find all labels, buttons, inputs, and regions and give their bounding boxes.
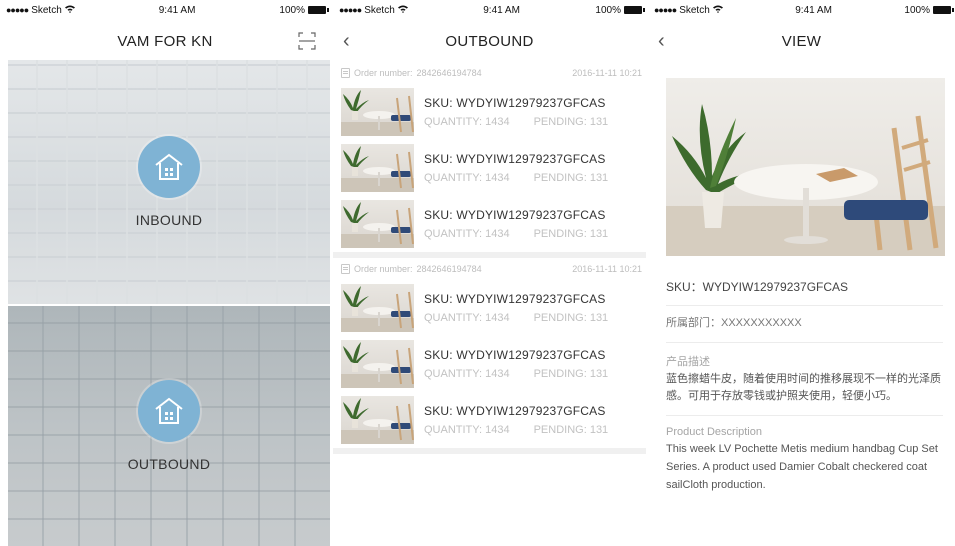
list-item[interactable]: SKU: WYDYIW12979237GFCAS QUANTITY: 1434 … (333, 336, 646, 392)
item-pending: PENDING: 131 (533, 116, 609, 128)
battery-percent: 100% (279, 4, 305, 16)
item-pending: PENDING: 131 (533, 424, 609, 436)
status-time: 9:41 AM (795, 4, 832, 16)
product-thumbnail (341, 396, 414, 444)
product-thumbnail (341, 340, 414, 388)
product-thumbnail (341, 144, 414, 192)
carrier-label: Sketch (31, 4, 62, 16)
en-description-title: Product Description (666, 426, 762, 438)
battery-icon (307, 6, 329, 14)
inbound-label: INBOUND (135, 212, 203, 228)
warehouse-icon (138, 136, 200, 198)
order-datetime: 2016-11-11 10:21 (572, 264, 642, 274)
item-pending: PENDING: 131 (533, 172, 609, 184)
battery-indicator: 100% (595, 4, 645, 16)
item-quantity: QUANTITY: 1434 (424, 368, 510, 380)
back-chevron-icon[interactable]: ‹ (343, 30, 350, 53)
product-thumbnail (341, 200, 414, 248)
outbound-screen: ●●●●● Sketch 9:41 AM 100% ‹ OUTBOUND Ord… (333, 0, 646, 546)
product-department: 所属部门：XXXXXXXXXXX (666, 317, 802, 329)
warehouse-icon (138, 380, 200, 442)
item-sku: SKU: WYDYIW12979237GFCAS (424, 152, 606, 166)
wifi-icon (712, 5, 723, 16)
item-pending: PENDING: 131 (533, 228, 609, 240)
item-pending: PENDING: 131 (533, 312, 609, 324)
product-info: SKU：WYDYIW12979237GFCAS 所属部门：XXXXXXXXXXX… (666, 262, 943, 494)
item-quantity: QUANTITY: 1434 (424, 228, 510, 240)
order-header: Order number: 2842646194784 2016-11-11 1… (333, 62, 646, 84)
product-photo (666, 78, 945, 256)
order-header: Order number: 2842646194784 2016-11-11 1… (333, 258, 646, 280)
item-sku: SKU: WYDYIW12979237GFCAS (424, 208, 606, 222)
status-bar: ●●●●● Sketch 9:41 AM 100% (648, 0, 955, 20)
item-sku: SKU: WYDYIW12979237GFCAS (424, 348, 606, 362)
cn-description-title: 产品描述 (666, 356, 710, 368)
battery-indicator: 100% (279, 4, 329, 16)
battery-indicator: 100% (904, 4, 954, 16)
order-number-label: Order number: (354, 264, 413, 274)
outbound-tile[interactable]: OUTBOUND (8, 306, 330, 546)
order-number: 2842646194784 (416, 68, 482, 78)
document-icon (341, 264, 350, 274)
list-item[interactable]: SKU: WYDYIW12979237GFCAS QUANTITY: 1434 … (333, 196, 646, 252)
order-separator (333, 448, 646, 454)
status-bar: ●●●●● Sketch 9:41 AM 100% (0, 0, 330, 20)
item-sku: SKU: WYDYIW12979237GFCAS (424, 96, 606, 110)
page-title: VIEW (781, 32, 822, 50)
battery-percent: 100% (904, 4, 930, 16)
carrier-label: Sketch (679, 4, 710, 16)
product-sku: SKU：WYDYIW12979237GFCAS (666, 280, 849, 294)
carrier-label: Sketch (364, 4, 395, 16)
outbound-navbar: ‹ OUTBOUND (333, 20, 646, 62)
list-item[interactable]: SKU: WYDYIW12979237GFCAS QUANTITY: 1434 … (333, 280, 646, 336)
product-thumbnail (341, 284, 414, 332)
order-group: Order number: 2842646194784 2016-11-11 1… (333, 62, 646, 252)
home-navbar: VAM FOR KN (0, 20, 330, 62)
list-item[interactable]: SKU: WYDYIW12979237GFCAS QUANTITY: 1434 … (333, 140, 646, 196)
page-title: VAM FOR KN (117, 32, 213, 50)
signal-dots-icon: ●●●●● (654, 5, 677, 15)
inbound-tile[interactable]: INBOUND (8, 60, 330, 304)
view-screen: ●●●●● Sketch 9:41 AM 100% ‹ VIEW SKU：WYD… (648, 0, 955, 546)
view-navbar: ‹ VIEW (648, 20, 955, 62)
item-quantity: QUANTITY: 1434 (424, 172, 510, 184)
order-number-label: Order number: (354, 68, 413, 78)
order-datetime: 2016-11-11 10:21 (572, 68, 642, 78)
cn-description-body: 蓝色擦蜡牛皮，随着使用时间的推移展现不一样的光泽质感。可用于存放零钱或护照夹使用… (666, 373, 941, 402)
en-description-body: This week LV Pochette Metis medium handb… (666, 443, 938, 491)
order-group: Order number: 2842646194784 2016-11-11 1… (333, 258, 646, 448)
battery-percent: 100% (595, 4, 621, 16)
list-item[interactable]: SKU: WYDYIW12979237GFCAS QUANTITY: 1434 … (333, 392, 646, 448)
battery-icon (932, 6, 954, 14)
wifi-icon (397, 5, 408, 16)
page-title: OUTBOUND (445, 32, 534, 50)
item-quantity: QUANTITY: 1434 (424, 424, 510, 436)
signal-dots-icon: ●●●●● (6, 5, 29, 15)
item-quantity: QUANTITY: 1434 (424, 116, 510, 128)
item-quantity: QUANTITY: 1434 (424, 312, 510, 324)
status-time: 9:41 AM (483, 4, 520, 16)
item-sku: SKU: WYDYIW12979237GFCAS (424, 292, 606, 306)
signal-dots-icon: ●●●●● (339, 5, 362, 15)
product-thumbnail (341, 88, 414, 136)
battery-icon (623, 6, 645, 14)
status-time: 9:41 AM (158, 4, 196, 16)
scan-icon[interactable] (298, 32, 316, 50)
order-number: 2842646194784 (416, 264, 482, 274)
status-bar: ●●●●● Sketch 9:41 AM 100% (333, 0, 646, 20)
item-sku: SKU: WYDYIW12979237GFCAS (424, 404, 606, 418)
back-chevron-icon[interactable]: ‹ (658, 30, 665, 53)
outbound-label: OUTBOUND (127, 456, 211, 472)
list-item[interactable]: SKU: WYDYIW12979237GFCAS QUANTITY: 1434 … (333, 84, 646, 140)
document-icon (341, 68, 350, 78)
wifi-icon (64, 5, 75, 16)
item-pending: PENDING: 131 (533, 368, 609, 380)
home-screen: ●●●●● Sketch 9:41 AM 100% VAM FOR KN INB… (0, 0, 330, 546)
